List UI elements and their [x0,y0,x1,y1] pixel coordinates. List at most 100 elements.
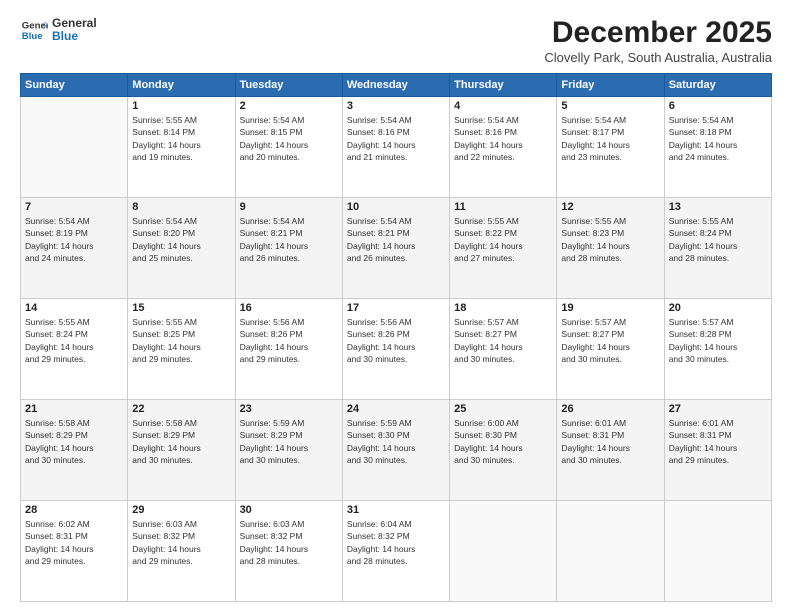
calendar-week-row: 1 Sunrise: 5:55 AMSunset: 8:14 PMDaylight… [21,97,772,198]
cell-info: Sunrise: 5:54 AMSunset: 8:21 PMDaylight:… [347,215,445,264]
calendar-cell: 9 Sunrise: 5:54 AMSunset: 8:21 PMDaylight… [235,198,342,299]
day-number: 9 [240,201,338,213]
cell-info: Sunrise: 6:01 AMSunset: 8:31 PMDaylight:… [561,417,659,466]
day-number: 23 [240,403,338,415]
calendar-cell: 19 Sunrise: 5:57 AMSunset: 8:27 PMDayligh… [557,299,664,400]
calendar-cell [450,501,557,602]
calendar-cell: 8 Sunrise: 5:54 AMSunset: 8:20 PMDaylight… [128,198,235,299]
day-number: 20 [669,302,767,314]
day-number: 19 [561,302,659,314]
calendar-cell: 28 Sunrise: 6:02 AMSunset: 8:31 PMDayligh… [21,501,128,602]
cell-info: Sunrise: 6:00 AMSunset: 8:30 PMDaylight:… [454,417,552,466]
day-number: 2 [240,100,338,112]
calendar-cell: 25 Sunrise: 6:00 AMSunset: 8:30 PMDayligh… [450,400,557,501]
day-number: 24 [347,403,445,415]
header: General Blue General Blue December 2025 … [20,16,772,65]
calendar-cell: 29 Sunrise: 6:03 AMSunset: 8:32 PMDayligh… [128,501,235,602]
day-number: 4 [454,100,552,112]
cell-info: Sunrise: 5:54 AMSunset: 8:18 PMDaylight:… [669,114,767,163]
cell-info: Sunrise: 5:58 AMSunset: 8:29 PMDaylight:… [25,417,123,466]
calendar-cell: 1 Sunrise: 5:55 AMSunset: 8:14 PMDaylight… [128,97,235,198]
cell-info: Sunrise: 5:56 AMSunset: 8:26 PMDaylight:… [347,316,445,365]
calendar-table: SundayMondayTuesdayWednesdayThursdayFrid… [20,73,772,602]
svg-text:Blue: Blue [22,31,43,42]
calendar-week-row: 21 Sunrise: 5:58 AMSunset: 8:29 PMDayligh… [21,400,772,501]
day-number: 27 [669,403,767,415]
col-header-monday: Monday [128,74,235,97]
cell-info: Sunrise: 5:59 AMSunset: 8:30 PMDaylight:… [347,417,445,466]
cell-info: Sunrise: 5:57 AMSunset: 8:27 PMDaylight:… [561,316,659,365]
calendar-cell: 17 Sunrise: 5:56 AMSunset: 8:26 PMDayligh… [342,299,449,400]
day-number: 22 [132,403,230,415]
cell-info: Sunrise: 6:03 AMSunset: 8:32 PMDaylight:… [132,518,230,567]
day-number: 31 [347,504,445,516]
day-number: 25 [454,403,552,415]
month-title: December 2025 [544,16,772,50]
calendar-cell: 13 Sunrise: 5:55 AMSunset: 8:24 PMDayligh… [664,198,771,299]
day-number: 3 [347,100,445,112]
calendar-cell [664,501,771,602]
calendar-week-row: 14Sunrise: 5:55 AMSunset: 8:24 PMDayligh… [21,299,772,400]
calendar-cell: 5 Sunrise: 5:54 AMSunset: 8:17 PMDaylight… [557,97,664,198]
calendar-cell: 6Sunrise: 5:54 AMSunset: 8:18 PMDaylight… [664,97,771,198]
calendar-cell: 20Sunrise: 5:57 AMSunset: 8:28 PMDayligh… [664,299,771,400]
location-subtitle: Clovelly Park, South Australia, Australi… [544,50,772,65]
day-number: 10 [347,201,445,213]
calendar-cell: 27 Sunrise: 6:01 AMSunset: 8:31 PMDayligh… [664,400,771,501]
calendar-cell: 22 Sunrise: 5:58 AMSunset: 8:29 PMDayligh… [128,400,235,501]
calendar-cell: 16 Sunrise: 5:56 AMSunset: 8:26 PMDayligh… [235,299,342,400]
calendar-cell: 7 Sunrise: 5:54 AMSunset: 8:19 PMDaylight… [21,198,128,299]
calendar-cell: 12Sunrise: 5:55 AMSunset: 8:23 PMDayligh… [557,198,664,299]
cell-info: Sunrise: 5:55 AMSunset: 8:25 PMDaylight:… [132,316,230,365]
day-number: 30 [240,504,338,516]
calendar-cell: 10 Sunrise: 5:54 AMSunset: 8:21 PMDayligh… [342,198,449,299]
cell-info: Sunrise: 6:03 AMSunset: 8:32 PMDaylight:… [240,518,338,567]
col-header-thursday: Thursday [450,74,557,97]
day-number: 8 [132,201,230,213]
cell-info: Sunrise: 5:58 AMSunset: 8:29 PMDaylight:… [132,417,230,466]
day-number: 18 [454,302,552,314]
calendar-cell: 14Sunrise: 5:55 AMSunset: 8:24 PMDayligh… [21,299,128,400]
day-number: 12 [561,201,659,213]
cell-info: Sunrise: 5:54 AMSunset: 8:15 PMDaylight:… [240,114,338,163]
cell-info: Sunrise: 5:55 AMSunset: 8:14 PMDaylight:… [132,114,230,163]
cell-info: Sunrise: 5:54 AMSunset: 8:16 PMDaylight:… [347,114,445,163]
cell-info: Sunrise: 5:57 AMSunset: 8:27 PMDaylight:… [454,316,552,365]
day-number: 1 [132,100,230,112]
day-number: 16 [240,302,338,314]
cell-info: Sunrise: 5:54 AMSunset: 8:21 PMDaylight:… [240,215,338,264]
calendar-cell: 21 Sunrise: 5:58 AMSunset: 8:29 PMDayligh… [21,400,128,501]
cell-info: Sunrise: 5:55 AMSunset: 8:24 PMDaylight:… [669,215,767,264]
cell-info: Sunrise: 5:55 AMSunset: 8:22 PMDaylight:… [454,215,552,264]
cell-info: Sunrise: 6:01 AMSunset: 8:31 PMDaylight:… [669,417,767,466]
day-number: 5 [561,100,659,112]
col-header-friday: Friday [557,74,664,97]
day-number: 17 [347,302,445,314]
cell-info: Sunrise: 5:54 AMSunset: 8:20 PMDaylight:… [132,215,230,264]
cell-info: Sunrise: 5:54 AMSunset: 8:19 PMDaylight:… [25,215,123,264]
calendar-cell: 30 Sunrise: 6:03 AMSunset: 8:32 PMDayligh… [235,501,342,602]
day-number: 29 [132,504,230,516]
calendar-header-row: SundayMondayTuesdayWednesdayThursdayFrid… [21,74,772,97]
calendar-cell: 3 Sunrise: 5:54 AMSunset: 8:16 PMDaylight… [342,97,449,198]
cell-info: Sunrise: 5:59 AMSunset: 8:29 PMDaylight:… [240,417,338,466]
logo-icon: General Blue [20,16,48,44]
calendar-cell: 24 Sunrise: 5:59 AMSunset: 8:30 PMDayligh… [342,400,449,501]
day-number: 14 [25,302,123,314]
logo-blue: Blue [52,30,97,43]
day-number: 26 [561,403,659,415]
calendar-week-row: 28 Sunrise: 6:02 AMSunset: 8:31 PMDayligh… [21,501,772,602]
calendar-week-row: 7 Sunrise: 5:54 AMSunset: 8:19 PMDaylight… [21,198,772,299]
day-number: 11 [454,201,552,213]
cell-info: Sunrise: 5:54 AMSunset: 8:17 PMDaylight:… [561,114,659,163]
calendar-cell: 23 Sunrise: 5:59 AMSunset: 8:29 PMDayligh… [235,400,342,501]
cell-info: Sunrise: 6:02 AMSunset: 8:31 PMDaylight:… [25,518,123,567]
col-header-sunday: Sunday [21,74,128,97]
cell-info: Sunrise: 5:56 AMSunset: 8:26 PMDaylight:… [240,316,338,365]
day-number: 28 [25,504,123,516]
day-number: 7 [25,201,123,213]
day-number: 15 [132,302,230,314]
day-number: 21 [25,403,123,415]
day-number: 13 [669,201,767,213]
calendar-cell [21,97,128,198]
